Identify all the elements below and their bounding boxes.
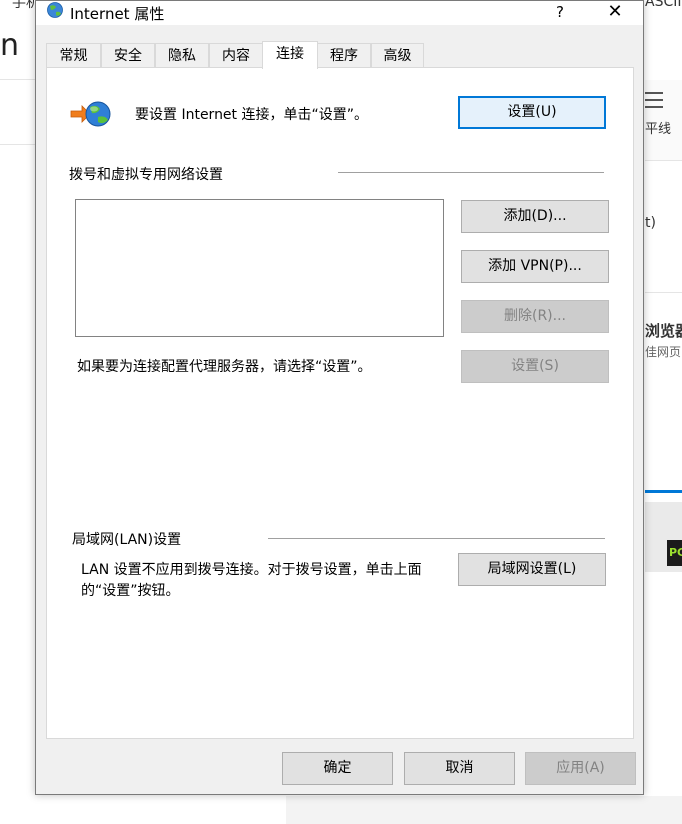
tab-programs[interactable]: 程序: [317, 43, 371, 68]
connection-settings-button[interactable]: 设置(S): [461, 350, 609, 383]
dialog-title: Internet 属性: [70, 5, 165, 23]
background-accent-line: [645, 490, 682, 493]
tab-content[interactable]: 内容: [209, 43, 263, 68]
background-left-strip: [0, 0, 36, 145]
hamburger-icon[interactable]: [645, 92, 663, 113]
background-bottom-left: [0, 796, 286, 824]
internet-connection-globe-icon: [70, 101, 111, 127]
tab-connections[interactable]: 连接: [262, 41, 318, 69]
cancel-button[interactable]: 取消: [404, 752, 515, 785]
setup-intro-text: 要设置 Internet 连接，单击“设置”。: [135, 107, 368, 123]
tab-advanced[interactable]: 高级: [371, 43, 424, 68]
tab-general[interactable]: 常规: [46, 43, 101, 68]
add-vpn-button[interactable]: 添加 VPN(P)...: [461, 250, 609, 283]
title-bar[interactable]: Internet 属性 ? ✕: [36, 1, 643, 25]
connections-list[interactable]: [75, 199, 444, 337]
background-fragment-letter: n: [0, 28, 20, 63]
internet-globe-icon: [47, 2, 63, 18]
section-divider: [338, 172, 604, 173]
tab-privacy[interactable]: 隐私: [155, 43, 209, 68]
setup-button[interactable]: 设置(U): [458, 96, 606, 129]
background-bottom-bar: [286, 796, 682, 824]
background-fragment-right-4: 佳网页: [645, 345, 682, 359]
ok-button[interactable]: 确定: [282, 752, 393, 785]
proxy-hint-text: 如果要为连接配置代理服务器，请选择“设置”。: [77, 359, 372, 375]
connections-panel: 要设置 Internet 连接，单击“设置”。 设置(U) 拨号和虚拟专用网络设…: [46, 67, 634, 739]
lan-heading: 局域网(LAN)设置: [72, 532, 182, 548]
background-right-strip: ASCII 平线 t) 浏览器 佳网页 PC: [645, 0, 682, 824]
lan-settings-button[interactable]: 局域网设置(L): [458, 553, 606, 586]
pc-badge-icon: PC: [667, 540, 682, 566]
background-fragment-right-3: 浏览器: [645, 322, 682, 340]
close-button[interactable]: ✕: [596, 1, 634, 25]
lan-description: LAN 设置不应用到拨号连接。对于拨号设置，单击上面的“设置”按钮。: [81, 562, 422, 599]
background-fragment-top-right: ASCII: [645, 0, 682, 10]
background-fragment-right-1: 平线: [645, 122, 672, 137]
add-connection-button[interactable]: 添加(D)...: [461, 200, 609, 233]
tab-security[interactable]: 安全: [101, 43, 155, 68]
internet-properties-dialog: Internet 属性 ? ✕ 常规 安全 隐私 内容 连接 程序 高级 要设置…: [35, 0, 644, 795]
help-button[interactable]: ?: [541, 1, 579, 25]
apply-button[interactable]: 应用(A): [525, 752, 636, 785]
background-fragment-right-2: t): [645, 215, 656, 231]
dialup-vpn-heading: 拨号和虚拟专用网络设置: [69, 167, 223, 183]
section-divider: [268, 538, 605, 539]
remove-connection-button[interactable]: 删除(R)...: [461, 300, 609, 333]
